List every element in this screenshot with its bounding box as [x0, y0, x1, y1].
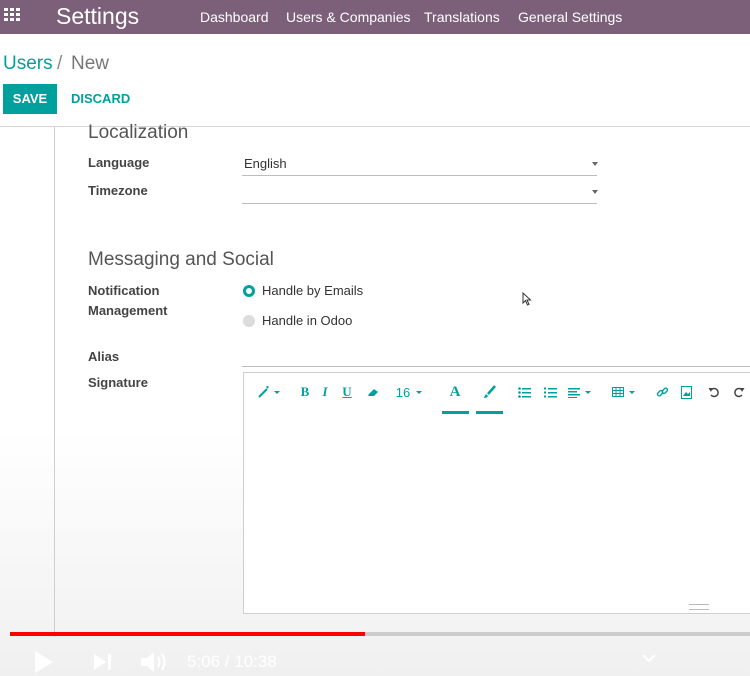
align-dropdown-icon[interactable]	[566, 383, 596, 401]
undo-icon[interactable]	[706, 383, 722, 401]
localization-title: Localization	[88, 122, 189, 143]
notification-label-line1: Notification	[88, 283, 160, 298]
signature-editor[interactable]: B I U 16 A	[243, 372, 750, 614]
top-navbar: Settings Dashboard Users & Companies Tra…	[0, 0, 750, 34]
redo-icon[interactable]	[731, 383, 747, 401]
font-color-indicator	[442, 411, 469, 414]
menu-dashboard[interactable]: Dashboard	[200, 9, 269, 25]
menu-translations[interactable]: Translations	[424, 9, 500, 25]
mouse-cursor-icon	[522, 292, 532, 306]
chevron-down-icon[interactable]	[640, 652, 658, 664]
play-icon[interactable]	[34, 650, 54, 674]
font-size-value: 16	[395, 384, 411, 400]
language-underline	[242, 175, 597, 176]
language-select[interactable]: English	[244, 156, 287, 171]
next-icon[interactable]	[93, 653, 113, 671]
numbered-list-icon[interactable]	[542, 383, 558, 401]
discard-button[interactable]: DISCARD	[71, 91, 130, 106]
underline-icon[interactable]: U	[340, 383, 354, 401]
alias-label: Alias	[88, 349, 120, 364]
editor-toolbar: B I U 16 A	[244, 373, 750, 419]
sheet-border	[54, 127, 55, 637]
italic-icon[interactable]: I	[318, 383, 332, 401]
radio-handle-in-odoo[interactable]	[243, 315, 255, 327]
control-panel: Users / New SAVE DISCARD	[0, 34, 750, 127]
font-color-icon[interactable]: A	[443, 383, 467, 401]
radio-handle-by-emails[interactable]	[243, 285, 255, 297]
bullet-list-icon[interactable]	[516, 383, 532, 401]
magic-wand-icon[interactable]	[256, 383, 284, 401]
bold-icon[interactable]: B	[298, 383, 312, 401]
menu-users-companies[interactable]: Users & Companies	[286, 9, 411, 25]
resize-grip-icon[interactable]	[689, 604, 709, 610]
chevron-down-icon[interactable]	[592, 162, 598, 166]
breadcrumb-users[interactable]: Users	[3, 53, 53, 75]
breadcrumb-separator: /	[57, 53, 63, 74]
video-time: 5:06 / 10:38	[187, 652, 277, 671]
timezone-label: Timezone	[88, 183, 148, 198]
chevron-down-icon[interactable]	[592, 190, 598, 194]
messaging-title: Messaging and Social	[88, 249, 274, 270]
signature-label: Signature	[88, 375, 148, 390]
app-title: Settings	[56, 3, 140, 29]
save-button[interactable]: SAVE	[3, 84, 57, 114]
radio-label-odoo[interactable]: Handle in Odoo	[262, 313, 352, 328]
timezone-underline	[242, 203, 597, 204]
table-dropdown-icon[interactable]	[610, 383, 640, 401]
alias-input[interactable]	[242, 366, 750, 367]
image-icon[interactable]	[678, 383, 694, 401]
menu-general-settings[interactable]: General Settings	[518, 9, 622, 25]
eraser-icon[interactable]	[364, 383, 382, 401]
highlight-color-indicator	[476, 411, 503, 414]
link-icon[interactable]	[654, 383, 670, 401]
volume-icon[interactable]	[140, 650, 170, 674]
notification-label-line2: Management	[88, 303, 168, 318]
video-progress-fill	[10, 632, 365, 636]
highlight-brush-icon[interactable]	[477, 383, 503, 401]
font-size-dropdown[interactable]: 16	[394, 383, 426, 401]
breadcrumb-current: New	[71, 53, 110, 74]
radio-label-emails[interactable]: Handle by Emails	[262, 283, 363, 298]
language-label: Language	[88, 155, 150, 170]
apps-grid-icon[interactable]	[4, 8, 22, 22]
